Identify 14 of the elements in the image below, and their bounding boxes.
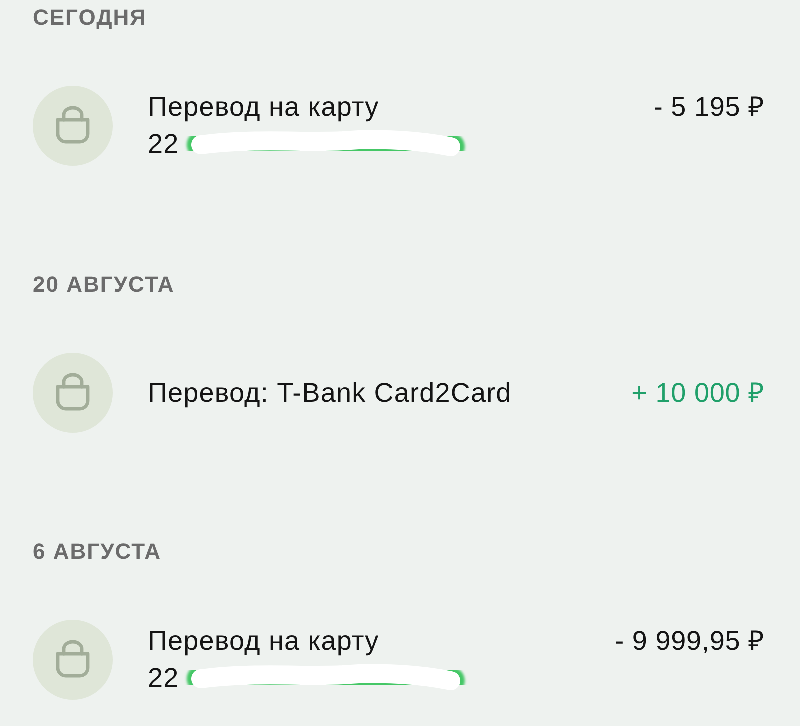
shopping-bag-icon: [33, 86, 113, 166]
transaction-title: Перевод на карту: [148, 91, 380, 124]
section-header: 6 АВГУСТА: [32, 538, 163, 566]
transaction-title: Перевод: T-Bank Card2Card: [148, 376, 512, 410]
section-header: СЕГОДНЯ: [32, 4, 148, 32]
card-number: 22: [148, 128, 180, 162]
transaction-title: Перевод на карту: [148, 625, 380, 658]
transaction-amount: - 9 999,95 ₽: [615, 625, 765, 658]
shopping-bag-icon: [33, 620, 113, 700]
transaction-amount: - 5 195 ₽: [654, 91, 765, 124]
transaction-amount: + 10 000 ₽: [632, 376, 765, 410]
shopping-bag-icon: [33, 353, 113, 433]
card-number: 22: [148, 662, 180, 696]
section-header: 20 АВГУСТА: [32, 271, 176, 299]
